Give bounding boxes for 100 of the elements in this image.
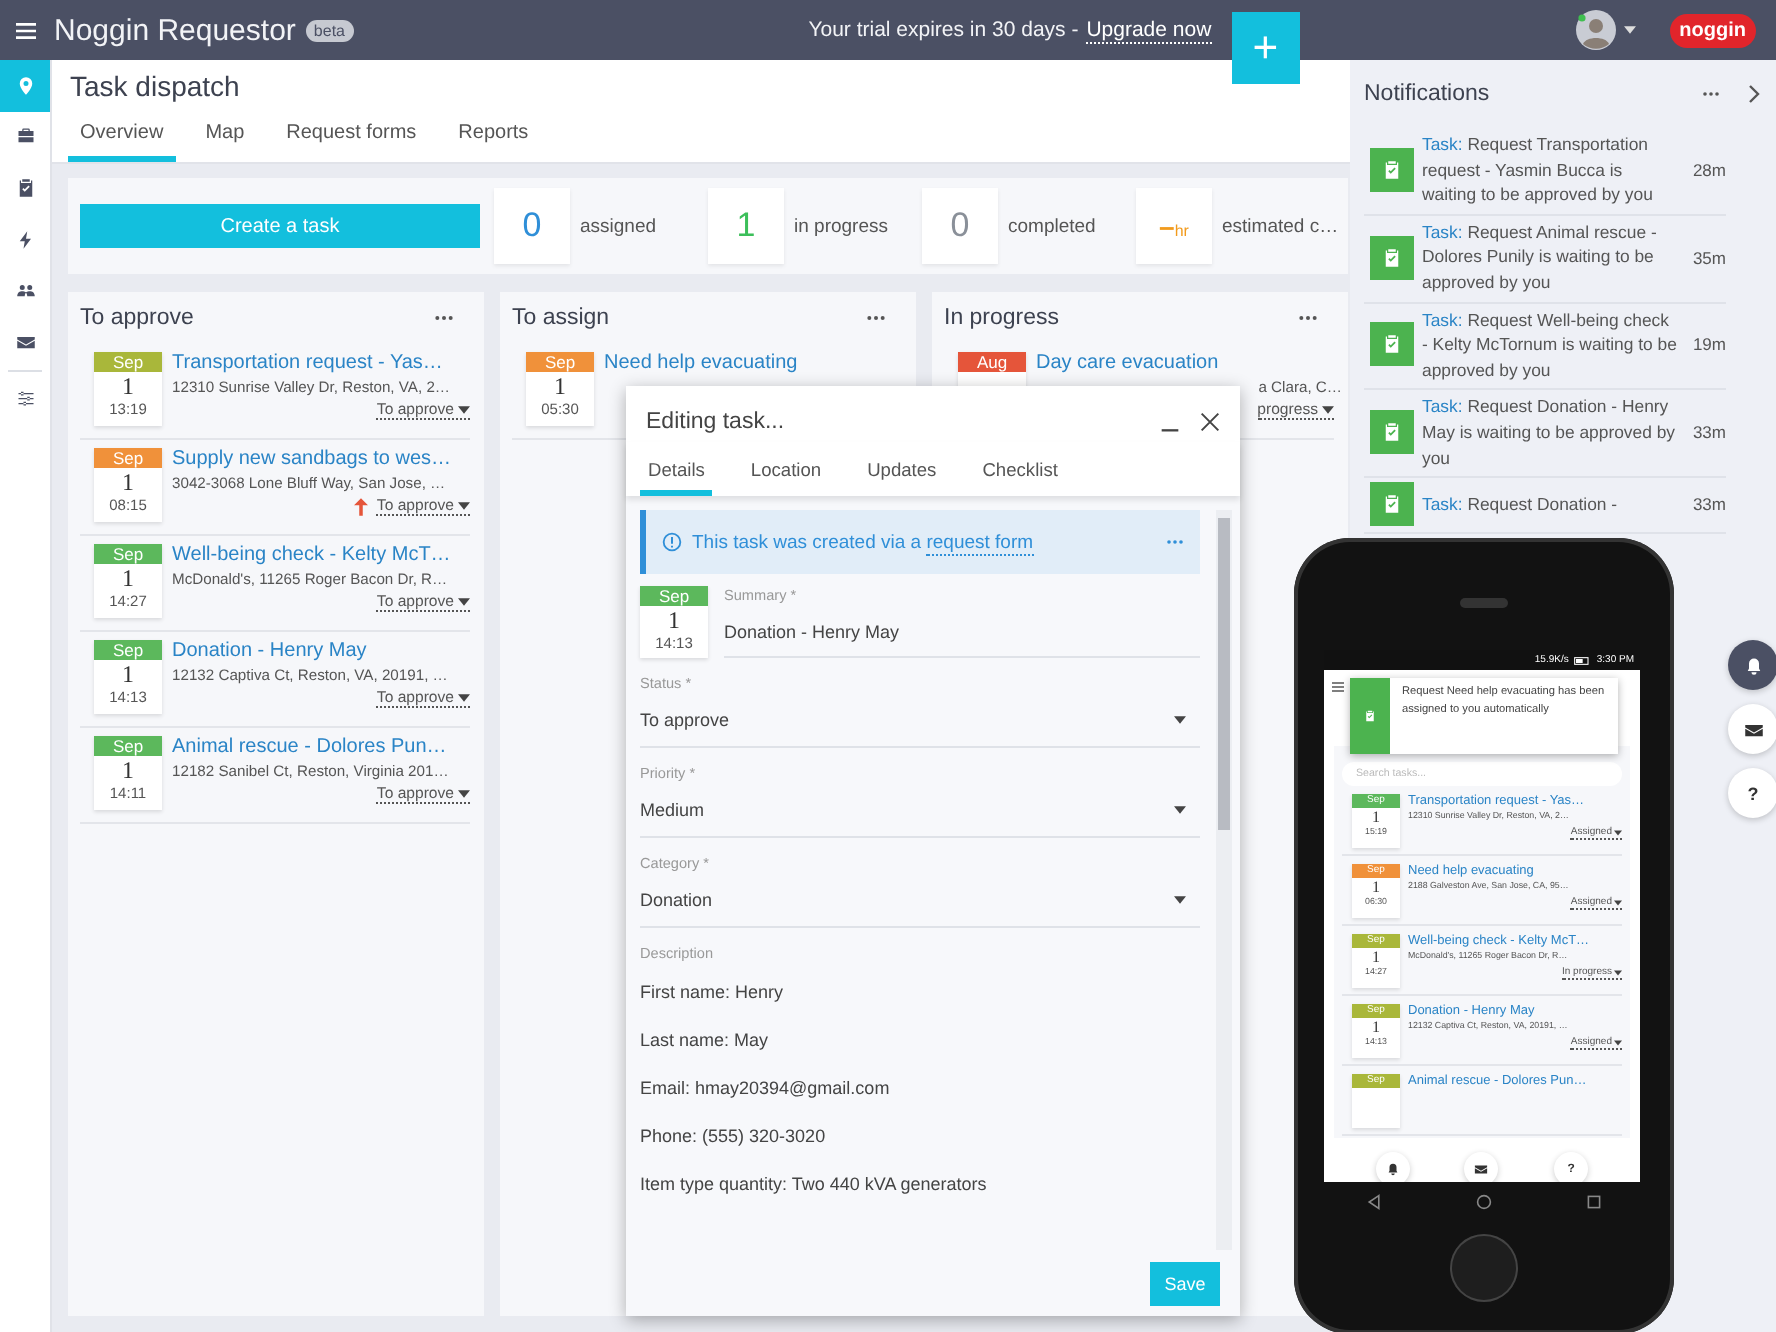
month-label: Sep [94,448,162,468]
tab[interactable]: Map [193,118,257,162]
mail-button[interactable] [1464,1152,1499,1182]
notification-text[interactable]: Task: Request Well-being check - Kelty McTornum is waiting to be approved by you [1422,307,1678,383]
task-title-link[interactable]: Need help evacuating [604,352,902,374]
description-line: Email: hmay20394@gmail.com [640,1078,892,1098]
month-label: Sep [640,586,708,606]
notification-text[interactable]: Task: Request Animal rescue - Dolores Punily is waiting to be approved by you [1422,219,1678,296]
task-title-link[interactable]: Animal rescue - Dolores Pun… [172,736,470,758]
notification-time: 35m [1692,247,1726,268]
column-title: To assign [512,306,610,330]
month-label: Sep [94,640,162,660]
tab[interactable]: Updates [859,456,945,496]
stat-label: estimated c… [1222,215,1339,237]
month-label: Sep [526,352,594,372]
select-field[interactable]: Donation [640,890,1200,928]
day-number: 1 [122,468,134,496]
month-label: Sep [94,544,162,564]
more-icon[interactable] [1702,90,1720,98]
summary-field[interactable]: Donation - Henry May [724,622,1200,658]
more-icon[interactable] [434,314,454,322]
month-label: Sep [94,352,162,372]
clipboard-icon [1382,159,1402,180]
tab[interactable]: Request forms [274,118,429,162]
caret-icon [1322,405,1334,413]
mail-icon [1474,1162,1489,1176]
task-title-link[interactable]: Supply new sandbags to wes… [172,448,470,470]
lightning-icon [15,229,35,250]
recents-icon[interactable] [1586,1194,1602,1210]
task-title-link[interactable]: Well-being check - Kelty McT… [172,544,470,566]
day-number: 1 [1372,1017,1380,1035]
panel-title: Notifications [1364,82,1492,106]
notification-text[interactable]: Task: Request Donation - [1422,491,1678,517]
more-icon[interactable] [866,314,886,322]
caret-icon [1174,896,1186,904]
stat-label: in progress [794,215,888,237]
mail-icon [15,331,35,352]
back-icon[interactable] [1366,1194,1382,1210]
notification-text[interactable]: Task: Request Donation - Henry May is waiting to be approved by you [1422,394,1678,471]
stat-value: 0 [950,206,970,246]
clipboard-icon [15,177,35,198]
people-icon [15,280,35,301]
select-field[interactable]: To approve [640,710,1200,748]
month-label: Sep [94,736,162,756]
notification-text[interactable]: Task: Request Transportation request - Yasmin Bucca is waiting to be approved by you [1422,132,1678,208]
day-number: 1 [122,564,134,592]
notification-time: 33m [1692,494,1726,515]
caret-icon [458,405,470,413]
stat-label: assigned [580,215,657,237]
select-field[interactable]: Medium [640,800,1200,838]
scrollbar[interactable] [1216,510,1232,1250]
stat-unit: hr [1174,222,1189,240]
bell-button[interactable] [1375,1152,1410,1182]
caret-icon [458,597,470,605]
stat-label: completed [1008,215,1096,237]
info-icon [662,532,682,552]
tab[interactable]: Reports [446,118,541,162]
task-title-link[interactable]: Day care evacuation [1036,352,1334,374]
description-line: Item type quantity: Two 440 kVA generators [640,1174,989,1194]
notification-time: 19m [1692,334,1726,355]
day-number: 1 [1372,877,1380,895]
caret-icon [1174,716,1186,724]
bell-icon [1385,1162,1400,1176]
caret-icon [1614,899,1622,905]
more-icon[interactable] [1166,538,1184,546]
day-number: 1 [1372,807,1380,825]
tab[interactable]: Overview [68,118,176,162]
more-icon[interactable] [1298,314,1318,322]
caret-icon [1614,829,1622,835]
caret-icon[interactable] [1623,26,1636,34]
beta-badge: beta [305,19,353,41]
briefcase-icon [15,126,35,147]
day-number: 1 [1372,947,1380,965]
stat-value: 1 [736,206,756,246]
clipboard-icon [1382,494,1402,515]
home-icon[interactable] [1476,1194,1492,1210]
caret-icon [1614,1039,1622,1045]
task-title-link[interactable]: Transportation request - Yas… [172,352,470,374]
clipboard-icon [1364,710,1376,722]
bell-icon [1743,655,1763,675]
trial-notice: Your trial expires in 30 days - [808,18,1079,42]
close-icon[interactable] [1200,412,1220,432]
day-number: 1 [122,660,134,688]
upgrade-link[interactable]: Upgrade now [1086,17,1212,43]
menu-icon[interactable] [1332,681,1344,691]
battery-icon [1574,655,1591,665]
tab[interactable]: Checklist [974,456,1066,496]
avatar-icon[interactable] [1575,10,1616,50]
month-label: Aug [958,352,1026,372]
tab[interactable]: Details [640,456,713,496]
page-title: Task dispatch [68,70,242,102]
chevron-right-icon[interactable] [1748,84,1760,104]
description-line: Last name: May [640,1030,771,1050]
column-title: To approve [80,306,194,330]
dialog-title: Editing task... [646,410,787,434]
task-title-link[interactable]: Donation - Henry May [172,640,470,662]
day-number: 1 [554,372,566,400]
app-title: Noggin Requestor [54,13,296,47]
tab[interactable]: Location [742,456,830,496]
speaker-slot [1460,598,1508,608]
